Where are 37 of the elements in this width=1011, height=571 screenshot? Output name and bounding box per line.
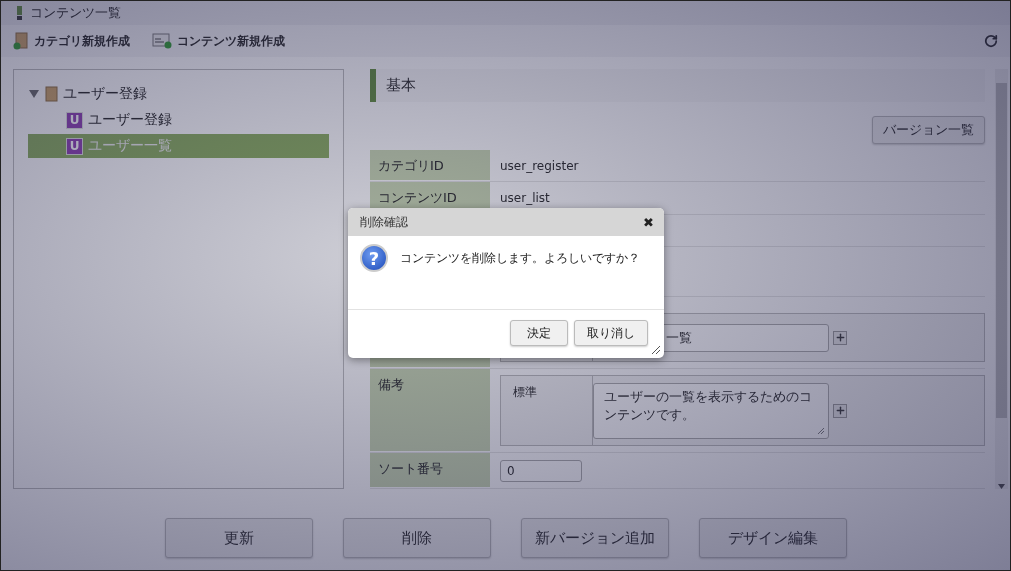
content-icon: U [66, 137, 83, 155]
window-plus-icon [152, 33, 172, 49]
field-value: user_register [499, 157, 580, 175]
number-field[interactable]: 0 [500, 459, 582, 482]
text-area[interactable]: ユーザーの一覧を表示するためのコンテンツです。 [593, 382, 829, 439]
toolbar-button[interactable]: コンテンツ新規作成 [152, 32, 285, 50]
action-button[interactable]: 新バージョン追加 [521, 518, 669, 558]
dialog-message: コンテンツを削除します。よろしいですか？ [400, 250, 640, 267]
close-button[interactable]: ✖ [643, 214, 654, 230]
section-title: 基本 [370, 69, 985, 102]
field-label: ソート番号 [370, 453, 490, 487]
content-icon: U [66, 111, 83, 129]
field-label: カテゴリID [370, 149, 490, 181]
action-button[interactable]: デザイン編集 [699, 518, 847, 558]
tree-item[interactable]: ユーザー登録 [28, 82, 329, 106]
dialog-title: 削除確認 [360, 213, 408, 231]
reload-icon[interactable] [984, 34, 998, 48]
question-icon: ? [360, 244, 388, 272]
tree-item[interactable]: U ユーザー一覧 [28, 134, 329, 158]
folder-plus-icon [13, 32, 29, 50]
action-button[interactable]: 削除 [343, 518, 491, 558]
add-button[interactable] [833, 330, 847, 345]
tree-item[interactable]: U ユーザー登録 [28, 108, 329, 132]
folder-icon [45, 86, 58, 102]
expand-caret-icon[interactable] [28, 89, 40, 99]
toolbar-button[interactable]: カテゴリ新規作成 [13, 32, 130, 50]
scroll-down-icon[interactable] [998, 484, 1005, 489]
dialog-button[interactable]: 決定 [510, 320, 568, 346]
dialog-button[interactable]: 取り消し [574, 320, 648, 346]
field-label: 備考 [370, 369, 490, 451]
add-button[interactable] [833, 403, 847, 418]
resize-grip-icon [651, 345, 661, 355]
scrollbar[interactable] [995, 69, 1008, 489]
action-button[interactable]: 更新 [165, 518, 313, 558]
app-icon [17, 6, 22, 20]
field-value: user_list [499, 190, 551, 208]
resize-grip-icon [817, 426, 825, 435]
